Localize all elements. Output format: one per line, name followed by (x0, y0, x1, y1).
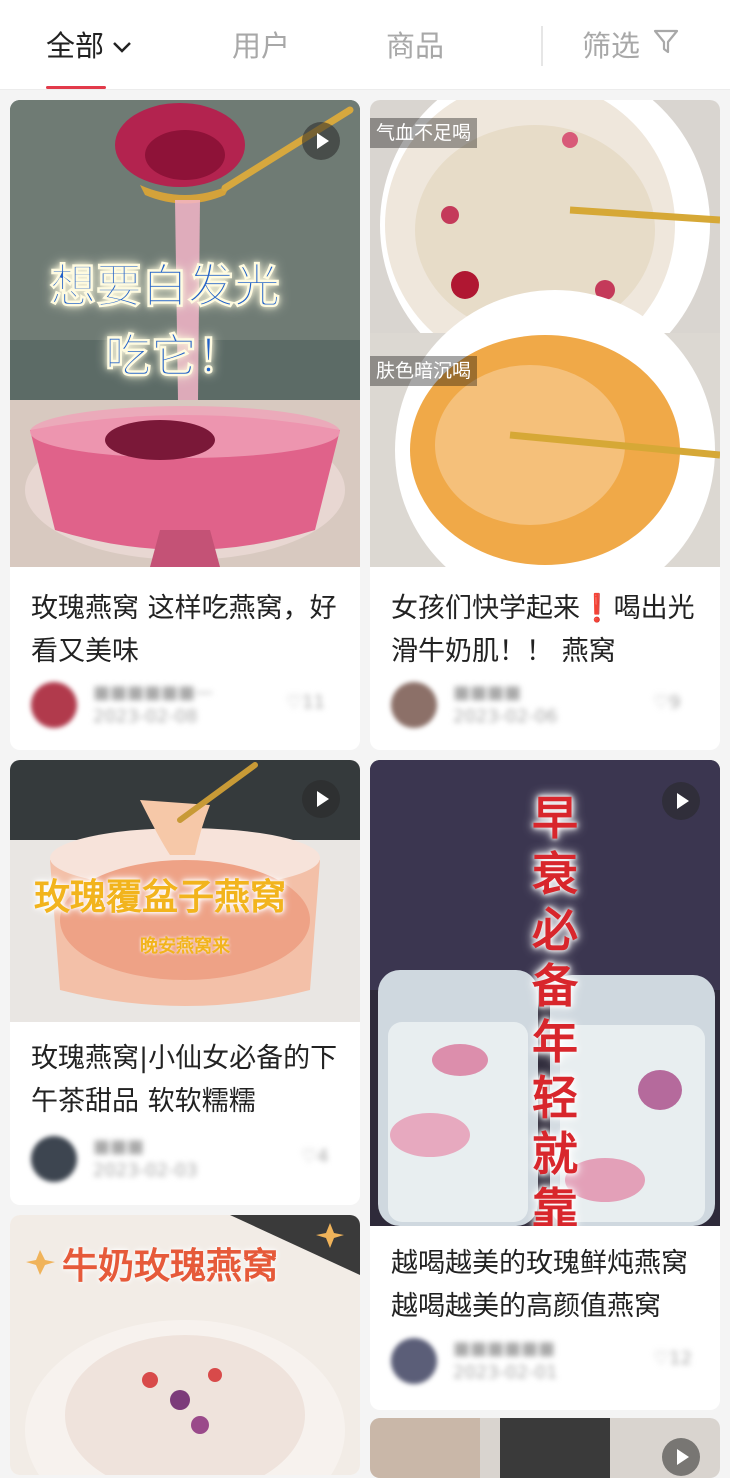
author-name: ■■■■■■ (453, 1338, 556, 1359)
note-title: 女孩们快学起来❗喝出光滑牛奶肌！！ 燕窝 (391, 593, 695, 667)
play-icon (302, 122, 340, 160)
author-name: ■■■■■■— (93, 682, 214, 703)
heart-icon: ♡ (653, 1348, 670, 1369)
post-date: 2023-02-08 (93, 706, 198, 727)
like-count-value: 9 (669, 692, 681, 713)
cover-overlay-text: 想要白发光 (50, 259, 281, 314)
note-card[interactable]: 玫瑰覆盆子燕窝 晚安燕窝来 玫瑰燕窝|小仙女必备的下午茶甜品 软软糯糯 ■■■ … (10, 760, 360, 1205)
note-card[interactable]: 早衰必备年轻就靠它 越喝越美的玫瑰鲜炖燕窝 越喝越美的高颜值燕窝 ■■■■■■ … (370, 760, 720, 1410)
author-name: ■■■■ (453, 682, 522, 703)
funnel-icon (652, 24, 680, 68)
play-icon (662, 1438, 700, 1476)
play-icon (302, 780, 340, 818)
filter-label: 筛选 (582, 29, 641, 63)
cover-tag: 气血不足喝 (370, 118, 478, 148)
cover-tag: 肤色暗沉喝 (370, 356, 478, 386)
like-count[interactable]: ♡12 (653, 1348, 692, 1369)
note-meta: ■■■ 2023-02-03 ♡4 (31, 1136, 342, 1186)
tab-all[interactable]: 全部 (46, 24, 132, 68)
heart-icon: ♡ (653, 692, 670, 713)
avatar[interactable] (391, 1338, 437, 1384)
search-tab-bar: 全部 用户 商品 筛选 (0, 0, 730, 90)
post-date: 2023-02-01 (453, 1362, 558, 1383)
filter-button[interactable]: 筛选 (582, 24, 680, 68)
cover-overlay-subtext: 晚安燕窝来 (140, 936, 230, 957)
tab-products-label: 商品 (386, 29, 445, 63)
like-count-value: 4 (317, 1146, 329, 1167)
heart-icon: ♡ (286, 692, 303, 713)
like-count-value: 12 (669, 1348, 693, 1369)
chevron-down-icon (112, 23, 132, 67)
like-count[interactable]: ♡4 (301, 1146, 329, 1167)
tab-divider (541, 26, 543, 66)
note-card[interactable]: 气血不足喝 肤色暗沉喝 女孩们快学起来❗喝出光滑牛奶肌！！ 燕窝 ■■■■ 20… (370, 100, 720, 750)
note-cover-image: 玫瑰覆盆子燕窝 晚安燕窝来 (10, 760, 360, 1022)
avatar[interactable] (31, 1136, 77, 1182)
note-meta: ■■■■■■ 2023-02-01 ♡12 (391, 1338, 702, 1388)
tab-products[interactable]: 商品 (386, 24, 444, 68)
note-cover-image: 想要白发光 吃它！ (10, 100, 360, 567)
cover-overlay-text: 玫瑰覆盆子燕窝 (34, 877, 287, 918)
cover-overlay-text: 早衰必备年轻就靠它 (532, 791, 578, 1226)
heart-icon: ♡ (301, 1146, 318, 1167)
note-cover-image: 气血不足喝 肤色暗沉喝 (370, 100, 720, 567)
like-count-value: 11 (302, 692, 326, 713)
post-date: 2023-02-03 (93, 1160, 198, 1181)
note-cover-image: 早衰必备年轻就靠它 (370, 760, 720, 1226)
note-card[interactable]: 牛奶玫瑰燕窝 (10, 1215, 360, 1475)
note-card[interactable] (370, 1418, 720, 1478)
note-meta: ■■■■ 2023-02-06 ♡9 (391, 682, 702, 732)
tab-all-label: 全部 (46, 29, 105, 63)
cover-overlay-text: 牛奶玫瑰燕窝 (62, 1246, 279, 1287)
avatar[interactable] (391, 682, 437, 728)
note-meta: ■■■■■■— 2023-02-08 ♡11 (31, 682, 342, 732)
avatar[interactable] (31, 682, 77, 728)
note-title: 玫瑰燕窝 这样吃燕窝，好看又美味 (31, 593, 337, 667)
post-date: 2023-02-06 (453, 706, 558, 727)
note-cover-image: 牛奶玫瑰燕窝 (10, 1215, 360, 1475)
tab-users-label: 用户 (232, 29, 291, 63)
author-name: ■■■ (93, 1136, 145, 1157)
active-tab-indicator (46, 86, 106, 89)
like-count[interactable]: ♡9 (653, 692, 681, 713)
play-icon (662, 782, 700, 820)
note-card[interactable]: 想要白发光 吃它！ 玫瑰燕窝 这样吃燕窝，好看又美味 ■■■■■■— 2023-… (10, 100, 360, 750)
tab-users[interactable]: 用户 (232, 24, 290, 68)
cover-overlay-text: 吃它！ (105, 329, 244, 384)
like-count[interactable]: ♡11 (286, 692, 325, 713)
note-cover-image (370, 1418, 720, 1478)
note-title: 玫瑰燕窝|小仙女必备的下午茶甜品 软软糯糯 (31, 1043, 338, 1117)
note-title: 越喝越美的玫瑰鲜炖燕窝 越喝越美的高颜值燕窝 (391, 1248, 688, 1322)
